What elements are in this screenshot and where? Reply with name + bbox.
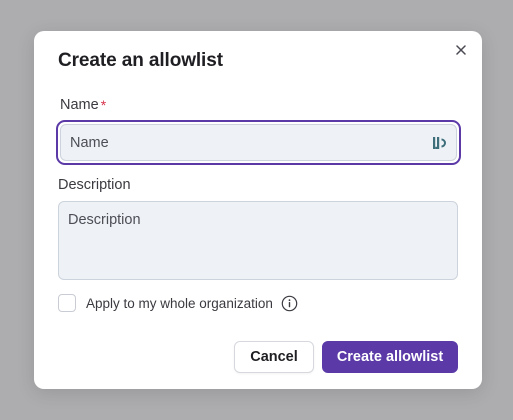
create-allowlist-button[interactable]: Create allowlist bbox=[322, 341, 458, 373]
name-input-focus-ring bbox=[56, 120, 461, 165]
required-mark: * bbox=[100, 97, 107, 113]
create-allowlist-dialog: Create an allowlist Name* Description Ap… bbox=[34, 31, 482, 389]
description-textarea[interactable] bbox=[58, 201, 458, 280]
apply-org-checkbox[interactable] bbox=[58, 294, 76, 312]
info-icon[interactable] bbox=[281, 295, 298, 312]
name-label-text: Name bbox=[60, 97, 99, 113]
name-label: Name * bbox=[60, 97, 106, 113]
dialog-title: Create an allowlist bbox=[58, 50, 223, 71]
description-label: Description bbox=[58, 177, 131, 193]
close-button[interactable] bbox=[452, 41, 470, 59]
cancel-button[interactable]: Cancel bbox=[234, 341, 314, 373]
name-input[interactable] bbox=[70, 134, 426, 151]
apply-org-row: Apply to my whole organization bbox=[58, 293, 298, 313]
name-input-container bbox=[60, 124, 457, 161]
close-icon bbox=[456, 45, 466, 55]
apply-org-label[interactable]: Apply to my whole organization bbox=[86, 296, 273, 311]
lastpass-icon[interactable] bbox=[432, 135, 446, 151]
